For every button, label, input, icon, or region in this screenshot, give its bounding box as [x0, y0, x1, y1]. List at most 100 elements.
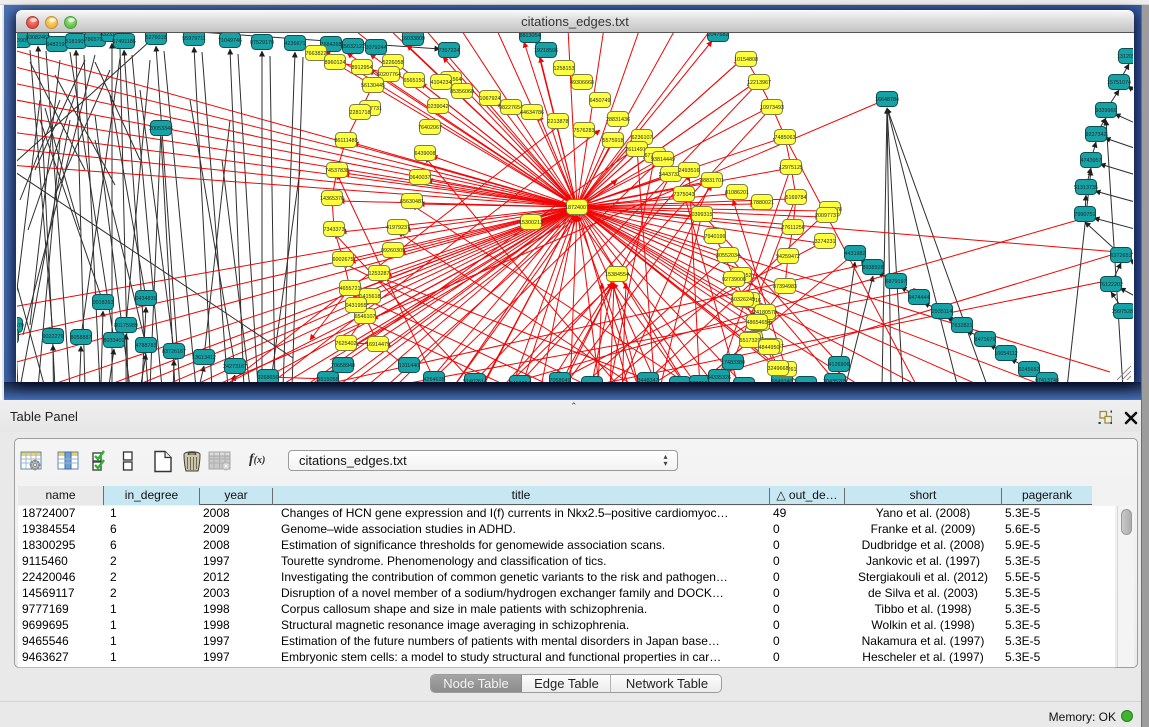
- svg-text:2493516: 2493516: [679, 168, 700, 174]
- svg-text:94259472: 94259472: [776, 254, 800, 260]
- svg-text:7343373: 7343373: [324, 227, 345, 233]
- svg-text:3274231: 3274231: [815, 239, 836, 245]
- svg-text:0399315: 0399315: [692, 212, 713, 218]
- svg-text:51402614: 51402614: [463, 379, 487, 382]
- svg-text:10654112: 10654112: [994, 351, 1018, 357]
- svg-text:8737167: 8737167: [690, 381, 711, 382]
- svg-text:30552034: 30552034: [716, 253, 740, 259]
- svg-text:1067924: 1067924: [480, 96, 501, 102]
- svg-text:7663822: 7663822: [306, 51, 327, 57]
- svg-text:6546107: 6546107: [355, 314, 376, 320]
- svg-text:15300213: 15300213: [519, 220, 543, 226]
- svg-text:16914479: 16914479: [366, 342, 390, 348]
- svg-text:16033809: 16033809: [401, 36, 425, 42]
- svg-text:0640037: 0640037: [410, 175, 431, 181]
- svg-text:02739000: 02739000: [722, 277, 746, 283]
- svg-text:4788783: 4788783: [136, 343, 157, 349]
- svg-text:1253287: 1253287: [369, 271, 390, 277]
- svg-text:4844950: 4844950: [759, 345, 780, 351]
- svg-text:6565150: 6565150: [404, 78, 425, 84]
- svg-text:8938928: 8938928: [863, 265, 884, 271]
- svg-text:20097737: 20097737: [815, 213, 839, 219]
- svg-text:8813054: 8813054: [520, 33, 541, 39]
- svg-text:28831436: 28831436: [606, 117, 630, 123]
- svg-text:19218506: 19218506: [534, 48, 558, 54]
- svg-text:4126906: 4126906: [829, 362, 850, 368]
- svg-text:5181909: 5181909: [66, 39, 87, 45]
- svg-text:57491186: 57491186: [112, 39, 136, 45]
- svg-text:14365370: 14365370: [320, 196, 344, 202]
- svg-text:80175989: 80175989: [114, 323, 138, 329]
- svg-text:6439008: 6439008: [415, 151, 436, 157]
- svg-text:10973493: 10973493: [760, 105, 784, 111]
- svg-text:51313735: 51313735: [1074, 185, 1098, 191]
- svg-text:70658948: 70658948: [331, 363, 355, 369]
- svg-text:93814449: 93814449: [651, 157, 675, 163]
- svg-text:7625402: 7625402: [336, 341, 357, 347]
- svg-text:6450749: 6450749: [590, 98, 611, 104]
- svg-text:7375043: 7375043: [674, 192, 695, 198]
- svg-text:9474444: 9474444: [909, 295, 930, 301]
- svg-text:8033401: 8033401: [104, 338, 125, 344]
- svg-text:7058649: 7058649: [550, 378, 571, 382]
- svg-text:6372651: 6372651: [1111, 253, 1132, 259]
- svg-text:0431955: 0431955: [346, 303, 367, 309]
- svg-text:7485063: 7485063: [775, 135, 796, 141]
- svg-text:8912954: 8912954: [352, 65, 373, 71]
- svg-text:76402067: 76402067: [418, 125, 442, 131]
- svg-text:2213878: 2213878: [548, 119, 569, 125]
- svg-text:16648784: 16648784: [875, 97, 899, 103]
- svg-text:12213967: 12213967: [747, 80, 771, 86]
- svg-text:12975125: 12975125: [779, 165, 803, 171]
- svg-text:83726167: 83726167: [162, 349, 186, 355]
- svg-text:0018263: 0018263: [93, 300, 114, 306]
- svg-text:9482199: 9482199: [47, 42, 68, 48]
- svg-text:6879197: 6879197: [886, 279, 907, 285]
- svg-text:13613412: 13613412: [192, 355, 216, 361]
- svg-text:2281718: 2281718: [350, 110, 371, 116]
- svg-text:4431982: 4431982: [845, 251, 866, 257]
- svg-text:4264628: 4264628: [424, 377, 445, 382]
- svg-text:56130445: 56130445: [361, 83, 385, 89]
- svg-text:2935114: 2935114: [932, 309, 953, 315]
- svg-text:7576283: 7576283: [574, 128, 595, 134]
- svg-text:8058887: 8058887: [71, 335, 92, 341]
- svg-text:10154808: 10154808: [734, 57, 758, 63]
- svg-text:0239042: 0239042: [428, 104, 449, 110]
- svg-text:7632821: 7632821: [952, 323, 973, 329]
- svg-text:8960124: 8960124: [325, 60, 346, 66]
- svg-text:7357224: 7357224: [439, 48, 460, 54]
- svg-text:20053346: 20053346: [149, 126, 173, 132]
- svg-text:5226058: 5226058: [383, 60, 404, 66]
- svg-text:5575918: 5575918: [603, 138, 624, 144]
- svg-text:74537838: 74537838: [325, 168, 349, 174]
- svg-text:7990751: 7990751: [1075, 212, 1096, 218]
- svg-text:6849340: 6849340: [772, 379, 793, 382]
- svg-text:1311440: 1311440: [399, 363, 420, 369]
- svg-text:9245652: 9245652: [1019, 367, 1040, 373]
- svg-text:84335326: 84335326: [707, 375, 731, 381]
- svg-text:24273167: 24273167: [223, 364, 247, 370]
- svg-text:0434839: 0434839: [136, 296, 157, 302]
- svg-text:4236671: 4236671: [285, 41, 306, 47]
- svg-text:3268656: 3268656: [258, 375, 279, 381]
- svg-text:3448347: 3448347: [638, 378, 659, 382]
- svg-text:41979237: 41979237: [386, 225, 410, 231]
- svg-text:44634786: 44634786: [520, 110, 544, 116]
- svg-text:4104234: 4104234: [431, 80, 452, 86]
- svg-text:6002675: 6002675: [333, 257, 354, 263]
- svg-text:8471676: 8471676: [975, 337, 996, 343]
- svg-text:9329966: 9329966: [1096, 108, 1117, 114]
- svg-text:13120571: 13120571: [1117, 54, 1133, 60]
- svg-text:30435205: 30435205: [823, 379, 847, 382]
- svg-text:5515058: 5515058: [318, 377, 339, 382]
- svg-text:38831701: 38831701: [700, 178, 724, 184]
- svg-text:17483380: 17483380: [721, 360, 745, 366]
- svg-text:1419314: 1419314: [510, 381, 531, 382]
- svg-text:49306668: 49306668: [570, 80, 594, 86]
- svg-text:27611256: 27611256: [781, 225, 805, 231]
- svg-text:65632122: 65632122: [341, 44, 365, 50]
- svg-text:55979711: 55979711: [182, 36, 206, 42]
- svg-text:81086201: 81086201: [725, 190, 749, 196]
- svg-text:15751074: 15751074: [1107, 80, 1131, 86]
